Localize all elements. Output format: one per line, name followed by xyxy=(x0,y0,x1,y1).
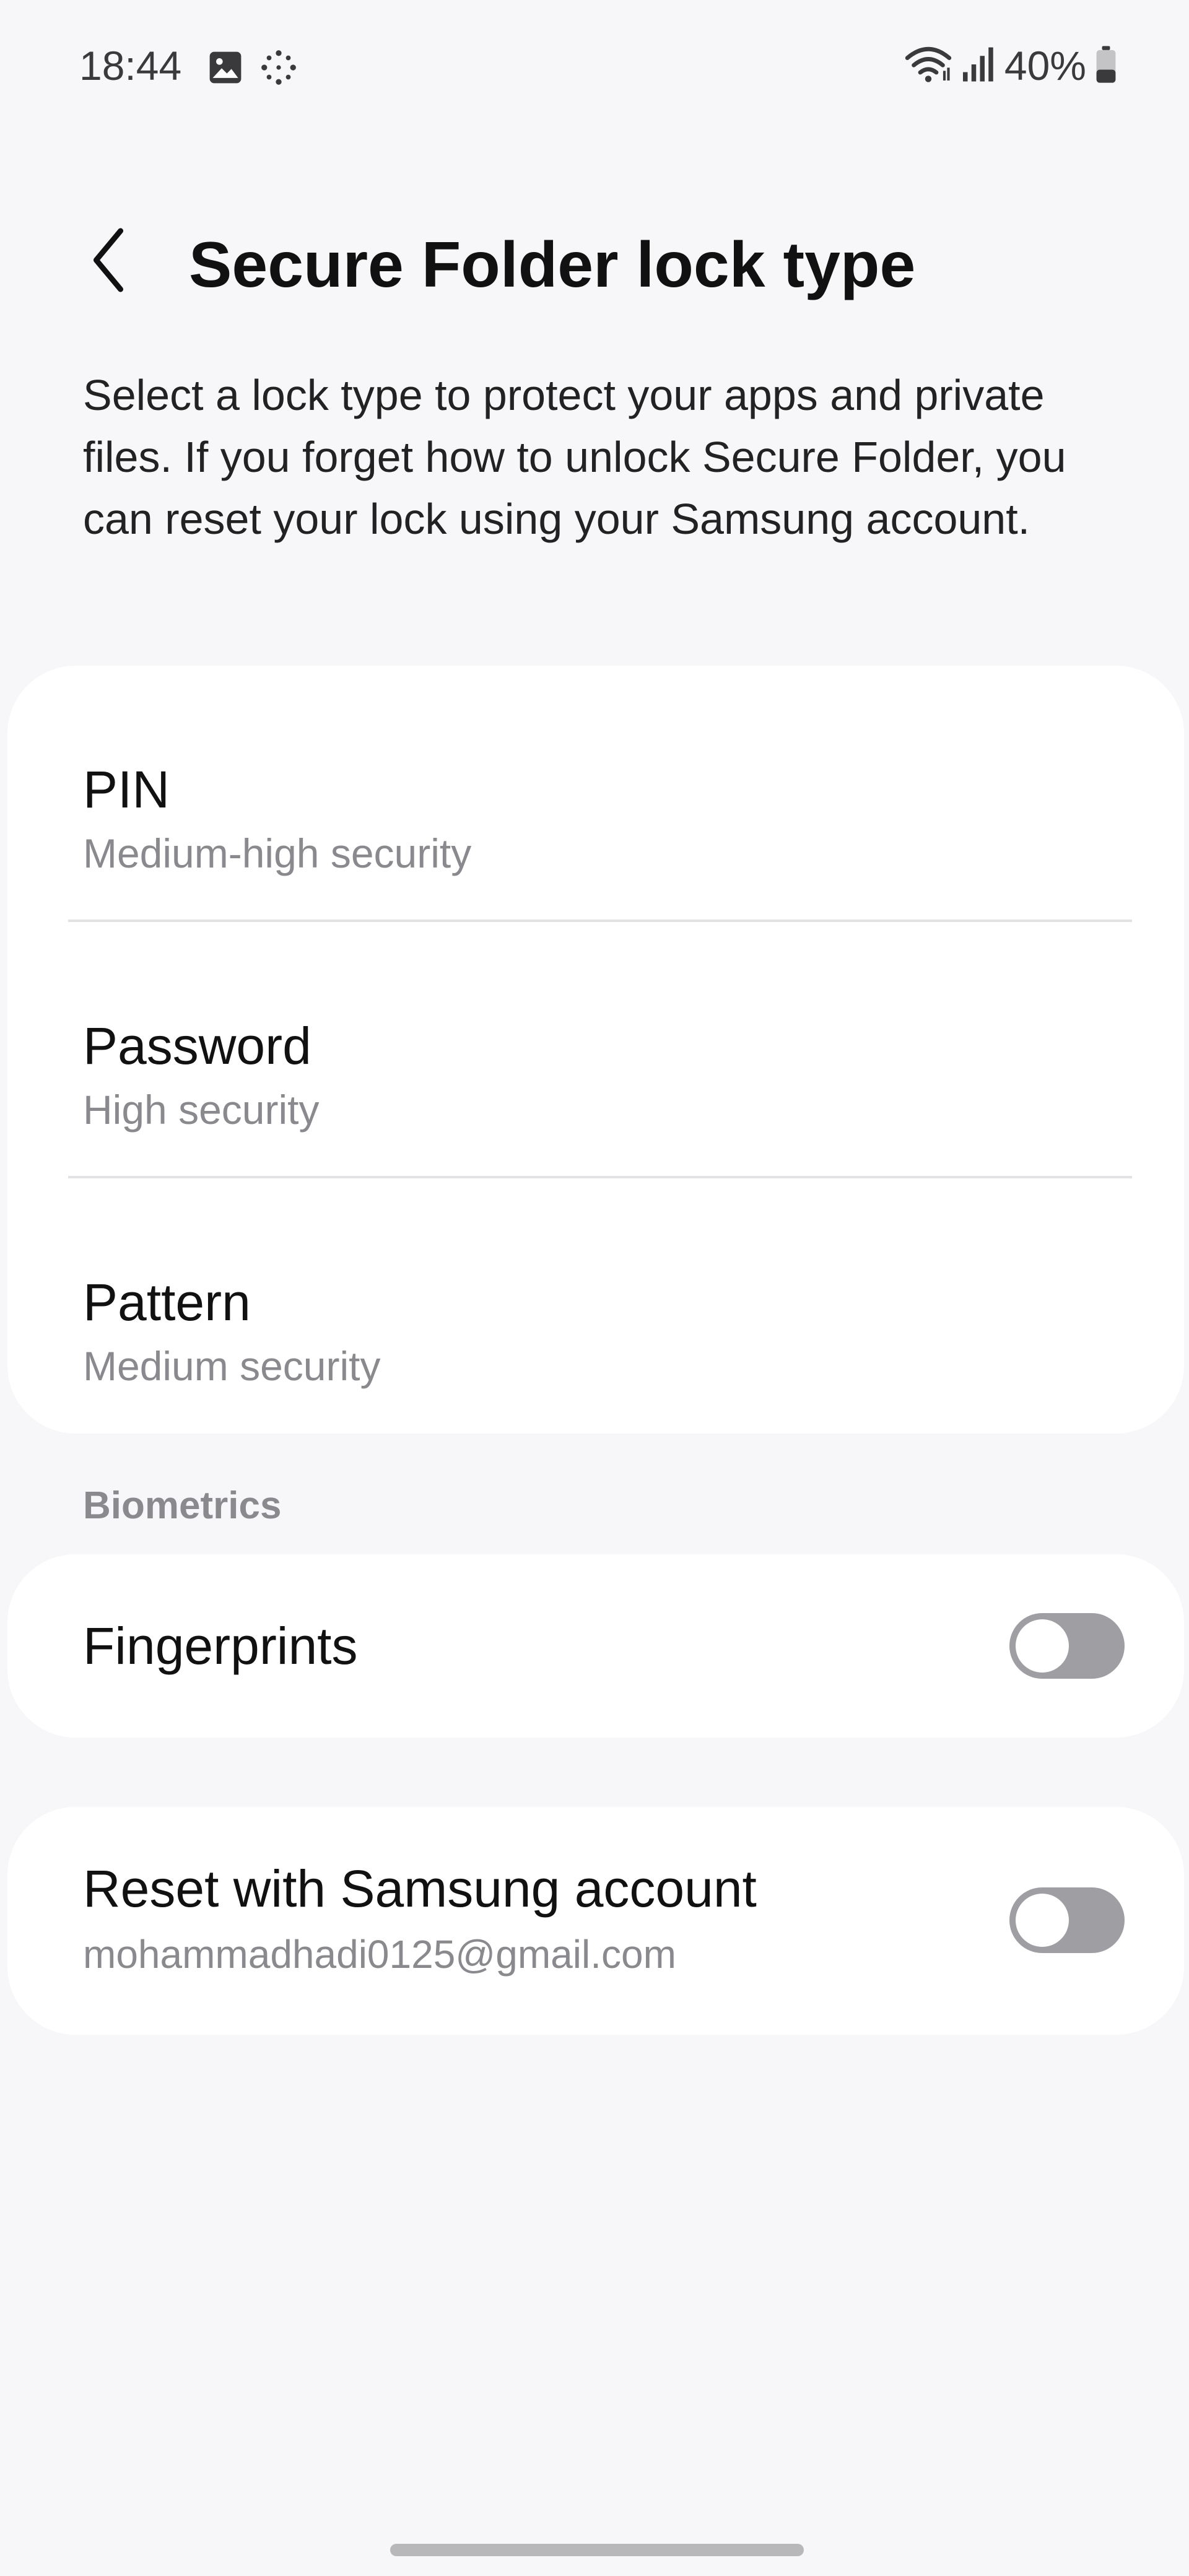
section-label-biometrics: Biometrics xyxy=(83,1484,282,1527)
fingerprints-toggle[interactable] xyxy=(1009,1613,1125,1679)
cellular-signal-icon xyxy=(961,46,996,86)
toggle-knob xyxy=(1016,1619,1069,1673)
battery-icon xyxy=(1095,45,1117,87)
status-time: 18:44 xyxy=(79,43,182,89)
lock-option-password[interactable]: Password High security xyxy=(7,922,1184,1177)
lock-option-subtitle: Medium-high security xyxy=(83,830,472,876)
lock-option-title: PIN xyxy=(83,760,170,819)
lock-option-title: Password xyxy=(83,1017,311,1075)
fingerprints-label: Fingerprints xyxy=(83,1617,358,1675)
toggle-knob xyxy=(1016,1894,1069,1947)
home-indicator[interactable] xyxy=(390,2544,804,2556)
reset-samsung-account-label: Reset with Samsung account xyxy=(83,1860,757,1918)
sparkle-dots-icon xyxy=(259,48,298,90)
secure-folder-lock-type-screen: 18:44 40% Secure Folder lock type Select… xyxy=(0,0,1189,2576)
reset-samsung-account-row[interactable]: Reset with Samsung account mohammadhadi0… xyxy=(7,1807,1184,2035)
reset-samsung-account-toggle[interactable] xyxy=(1009,1887,1125,1953)
status-notification-icons xyxy=(207,48,298,90)
description-text: Select a lock type to protect your apps … xyxy=(83,371,1066,543)
fingerprints-row[interactable]: Fingerprints xyxy=(7,1554,1184,1738)
lock-option-subtitle: Medium security xyxy=(83,1343,381,1389)
chevron-left-icon xyxy=(93,228,124,292)
lock-option-pin[interactable]: PIN Medium-high security xyxy=(7,666,1184,921)
back-button[interactable] xyxy=(74,223,142,297)
header: Secure Folder lock type xyxy=(0,204,1189,316)
gallery-icon xyxy=(207,50,243,89)
wifi-icon xyxy=(904,45,952,87)
status-bar: 18:44 40% xyxy=(0,0,1189,136)
lock-type-list: PIN Medium-high security Password High s… xyxy=(7,666,1184,1434)
status-system-icons: 40% xyxy=(904,41,1117,90)
lock-option-title: Pattern xyxy=(83,1273,251,1331)
battery-percentage: 40% xyxy=(1004,43,1086,89)
lock-option-pattern[interactable]: Pattern Medium security xyxy=(7,1178,1184,1434)
samsung-account-email: mohammadhadi0125@gmail.com xyxy=(83,1932,676,1977)
lock-option-subtitle: High security xyxy=(83,1087,320,1133)
page-title: Secure Folder lock type xyxy=(189,229,916,301)
